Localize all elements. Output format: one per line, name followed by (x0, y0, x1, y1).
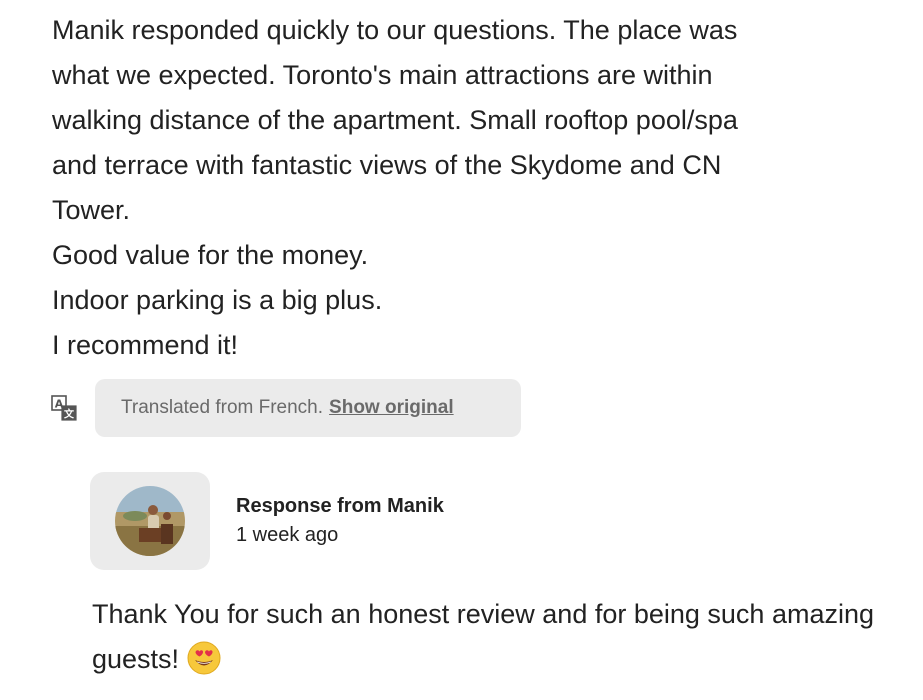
host-response-header: Response from Manik 1 week ago (90, 472, 444, 570)
translation-pill: Translated from French. Show original (95, 379, 521, 437)
review-line: Good value for the money. (52, 240, 369, 270)
review-line: walking distance of the apartment. Small… (52, 105, 738, 135)
show-original-link[interactable]: Show original (329, 397, 454, 419)
review-line: Tower. (52, 195, 131, 225)
svg-text:文: 文 (64, 408, 75, 421)
response-meta: Response from Manik 1 week ago (236, 495, 444, 547)
host-response-text: Thank You for such an honest review and … (92, 592, 892, 682)
review-text: Manik responded quickly to our questions… (52, 8, 892, 368)
response-title: Response from Manik (236, 495, 444, 517)
translation-note: Translated from French. (121, 397, 324, 418)
response-timestamp: 1 week ago (236, 524, 339, 546)
host-avatar-container[interactable] (90, 472, 210, 570)
translation-row: A 文 Translated from French. Show origina… (50, 378, 521, 438)
avatar (115, 486, 185, 556)
review-line: I recommend it! (52, 330, 239, 360)
heart-eyes-emoji-icon (187, 641, 221, 675)
translate-icon: A 文 (50, 394, 78, 422)
review-line: what we expected. Toronto's main attract… (52, 60, 713, 90)
review-line: and terrace with fantastic views of the … (52, 150, 722, 180)
review-line: Manik responded quickly to our questions… (52, 15, 738, 45)
review-line: Indoor parking is a big plus. (52, 285, 383, 315)
